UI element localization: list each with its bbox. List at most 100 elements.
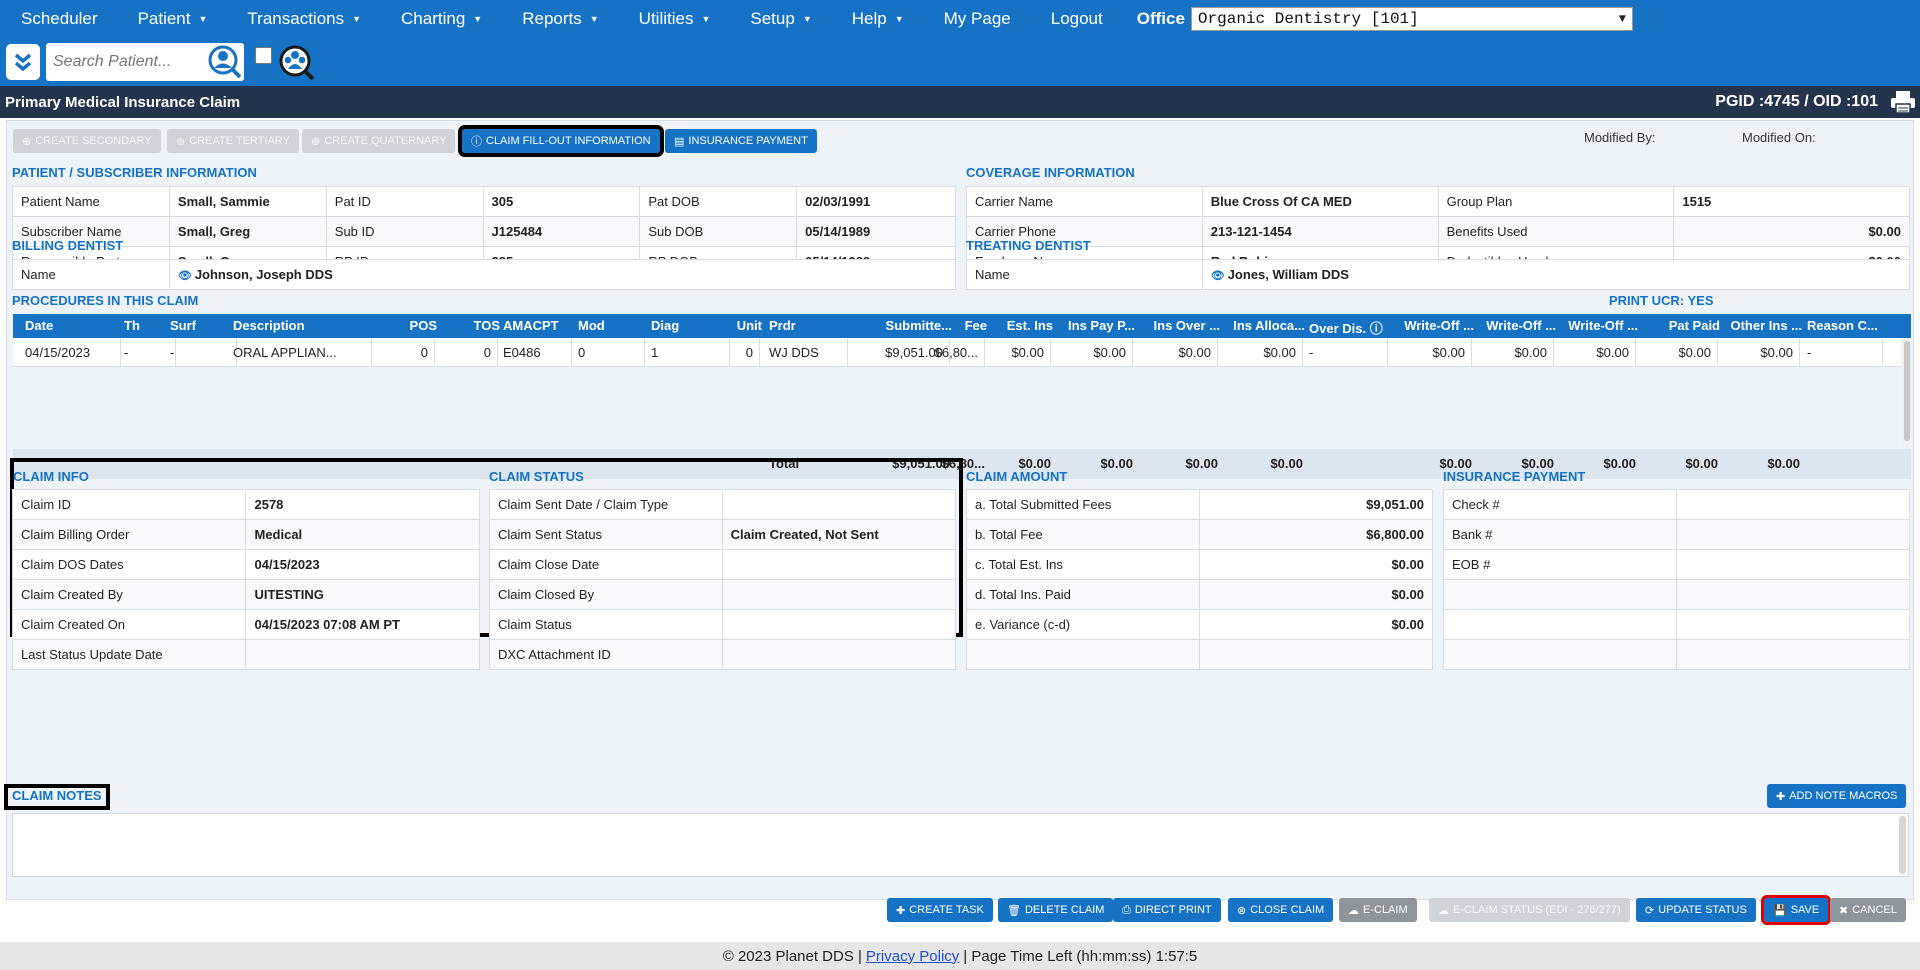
nav-scheduler[interactable]: Scheduler xyxy=(1,0,118,37)
advanced-search-button[interactable] xyxy=(276,42,316,82)
column-header[interactable]: POS xyxy=(378,318,437,333)
column-header[interactable]: Surf xyxy=(170,318,239,333)
field-label: b. Total Fee xyxy=(966,519,1200,550)
field-label: Claim Billing Order xyxy=(11,519,247,550)
nav-charting[interactable]: Charting ▼ xyxy=(381,0,502,37)
field-label: EOB # xyxy=(1443,549,1677,580)
e-claim-status-button[interactable]: ☁ E-CLAIM STATUS (EDI - 276/277) xyxy=(1429,898,1630,922)
office-select[interactable]: Organic Dentistry [101] ▼ xyxy=(1190,6,1633,31)
table-row: b. Total Fee $6,800.00 xyxy=(966,519,1434,550)
patient-search-button[interactable] xyxy=(206,43,244,81)
column-header[interactable]: Other Ins ... xyxy=(1724,318,1802,333)
column-header[interactable]: Mod xyxy=(578,318,647,333)
print-button[interactable] xyxy=(1890,90,1916,114)
eye-icon: 👁 xyxy=(177,270,192,282)
column-header[interactable]: Reason C... xyxy=(1807,318,1885,333)
column-header[interactable]: Ins Alloca... xyxy=(1224,318,1305,333)
nav-help[interactable]: Help ▼ xyxy=(832,0,924,37)
table-row: EOB # xyxy=(1443,549,1911,580)
caret-down-icon: ▼ xyxy=(701,13,711,24)
proc-cell: 04/15/2023 xyxy=(19,338,121,367)
nav-transactions[interactable]: Transactions ▼ xyxy=(227,0,381,37)
table-row: Claim Billing Order Medical xyxy=(11,519,480,550)
print-ucr[interactable]: PRINT UCR: YES xyxy=(1609,293,1714,308)
column-header[interactable]: Unit xyxy=(736,318,762,333)
procedures-header: Date Th Surf Description POS TOS AMACPT Mod Diag… xyxy=(13,314,1911,338)
nav-logout[interactable]: Logout xyxy=(1031,0,1123,37)
field-label: Carrier Name xyxy=(966,186,1203,217)
info-icon: ⓘ xyxy=(471,136,482,148)
column-header[interactable]: Write-Off ... xyxy=(1393,318,1474,333)
update-status-button[interactable]: ⟳ UPDATE STATUS xyxy=(1636,898,1756,922)
total-cell: $0.00 xyxy=(1100,456,1133,471)
table-row: c. Total Est. Ins $0.00 xyxy=(966,549,1434,580)
column-header[interactable]: Diag xyxy=(651,318,732,333)
procedures-scrollbar[interactable] xyxy=(1903,338,1911,449)
column-header[interactable]: Over Dis. ⓘ xyxy=(1309,318,1390,337)
table-row[interactable]: 04/15/2023- - ORAL APPLIAN... 0 0 E0486 0 1 0 WJ … xyxy=(13,338,1901,367)
field-value xyxy=(1198,639,1434,670)
field-label: Sub ID xyxy=(325,216,484,247)
column-header[interactable]: Ins Over ... xyxy=(1139,318,1220,333)
create-tertiary-button[interactable]: ⊕ CREATE TERTIARY xyxy=(167,129,299,153)
add-note-macros-button[interactable]: ✚ ADD NOTE MACROS xyxy=(1767,784,1907,808)
nav-reports[interactable]: Reports ▼ xyxy=(502,0,618,37)
claim-info-table: Claim ID 2578 Claim Billing Order Medical Cl… xyxy=(11,489,480,670)
billing-dentist-table: Name 👁 Johnson, Joseph DDS xyxy=(12,259,957,290)
menu-toggle[interactable] xyxy=(6,43,40,80)
search-patient-input[interactable] xyxy=(53,52,203,71)
column-header[interactable]: Ins Pay P... xyxy=(1057,318,1135,333)
privacy-policy-link[interactable]: Privacy Policy xyxy=(866,948,959,965)
field-value: 2578 xyxy=(245,489,480,520)
save-button[interactable]: 💾 SAVE xyxy=(1760,895,1832,925)
proc-cell: ORAL APPLIAN... xyxy=(227,338,372,367)
claim-notes-textarea[interactable] xyxy=(12,813,1909,877)
delete-claim-button[interactable]: 🗑 DELETE CLAIM xyxy=(998,898,1114,922)
proc-cell: $0.00 xyxy=(1387,338,1472,367)
search-checkbox[interactable] xyxy=(255,47,272,64)
table-row: Carrier Phone 213-121-1454 Benefits Used $… xyxy=(966,216,1910,247)
proc-cell: - xyxy=(1303,338,1388,367)
notes-scrollbar[interactable] xyxy=(1899,816,1906,874)
column-header[interactable]: Fee xyxy=(931,318,987,333)
create-secondary-button[interactable]: ⊕ CREATE SECONDARY xyxy=(13,129,161,153)
create-quaternary-button[interactable]: ⊕ CREATE QUATERNARY xyxy=(302,129,456,153)
nav-setup[interactable]: Setup ▼ xyxy=(730,0,831,37)
table-row: e. Variance (c-d) $0.00 xyxy=(966,609,1434,640)
plus-circle-icon: ⊕ xyxy=(22,135,32,148)
column-header[interactable]: Date xyxy=(25,318,123,333)
table-row: Claim Sent Date / Claim Type xyxy=(489,489,957,520)
proc-cell: $6,80... xyxy=(925,338,985,367)
nav-patient[interactable]: Patient ▼ xyxy=(118,0,228,37)
column-header[interactable]: Write-Off ... xyxy=(1478,318,1556,333)
column-header[interactable]: Description xyxy=(233,318,374,333)
claim-fill-out-info-button[interactable]: ⓘ CLAIM FILL-OUT INFORMATION xyxy=(458,125,664,157)
close-claim-button[interactable]: ⊗ CLOSE CLAIM xyxy=(1228,898,1334,922)
nav-utilities[interactable]: Utilities ▼ xyxy=(619,0,731,37)
top-nav: Scheduler Patient ▼ Transactions ▼ Chartin… xyxy=(0,0,1920,37)
cancel-button[interactable]: ✖ CANCEL xyxy=(1830,898,1906,922)
column-header[interactable]: TOS xyxy=(441,318,501,333)
field-label: Claim Sent Status xyxy=(489,519,723,550)
nav-my-page[interactable]: My Page xyxy=(924,0,1031,37)
field-label: DXC Attachment ID xyxy=(489,639,723,670)
section-insurance-payment: INSURANCE PAYMENT xyxy=(1443,469,1586,484)
column-header[interactable]: Prdr xyxy=(769,318,850,333)
e-claim-button[interactable]: ☁ E-CLAIM xyxy=(1339,898,1417,922)
column-header[interactable]: Write-Off ... xyxy=(1560,318,1638,333)
column-header[interactable]: Pat Paid xyxy=(1642,318,1720,333)
treating-dentist-name[interactable]: 👁 Jones, William DDS xyxy=(1201,259,1911,290)
create-task-button[interactable]: ✚ CREATE TASK xyxy=(887,898,993,922)
direct-print-button[interactable]: ⎙ DIRECT PRINT xyxy=(1113,898,1221,922)
list-icon: ▤ xyxy=(674,135,685,148)
insurance-payment-button[interactable]: ▤ INSURANCE PAYMENT xyxy=(665,129,817,153)
field-label: Claim Close Date xyxy=(489,549,723,580)
caret-down-icon: ▼ xyxy=(473,13,483,24)
field-value: $6,800.00 xyxy=(1198,519,1434,550)
column-header[interactable]: Est. Ins xyxy=(992,318,1053,333)
pat-dob: 02/03/1991 xyxy=(796,186,956,217)
column-header[interactable]: AMACPT xyxy=(503,318,574,333)
treating-dentist-table: Name 👁 Jones, William DDS xyxy=(966,259,1911,290)
billing-dentist-name[interactable]: 👁 Johnson, Joseph DDS xyxy=(168,259,957,290)
field-value: UITESTING xyxy=(245,579,480,610)
